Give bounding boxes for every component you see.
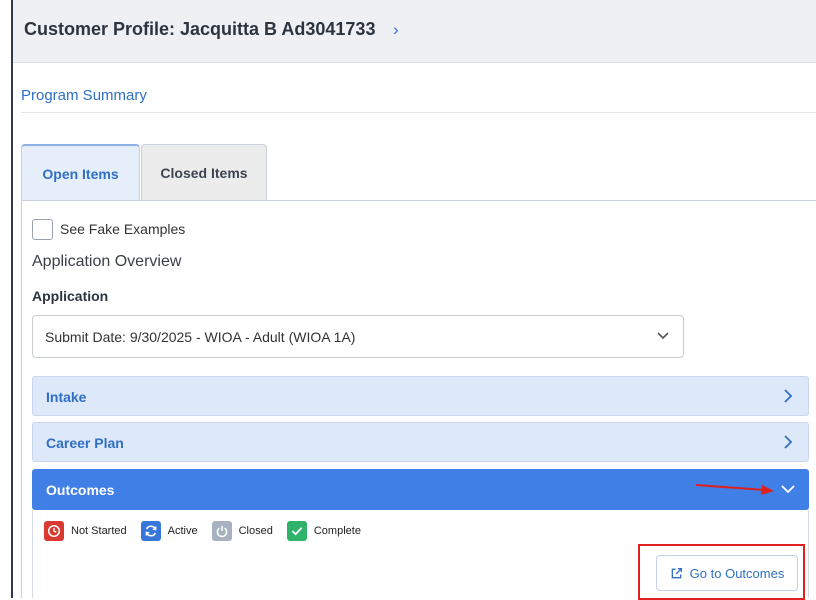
clock-icon bbox=[44, 521, 64, 541]
accordion-career-plan-label: Career Plan bbox=[46, 435, 124, 451]
page-title: Customer Profile: Jacquitta B Ad3041733 bbox=[24, 19, 376, 39]
accordion-career-plan[interactable]: Career Plan bbox=[32, 422, 809, 462]
accordion-outcomes-label: Outcomes bbox=[46, 482, 115, 498]
see-fake-examples-label: See Fake Examples bbox=[60, 221, 186, 237]
profile-header: Customer Profile: Jacquitta B Ad3041733 … bbox=[13, 0, 816, 63]
chevron-down-icon bbox=[781, 485, 795, 494]
tab-panel-border bbox=[21, 200, 22, 598]
application-select[interactable]: Submit Date: 9/30/2025 - WIOA - Adult (W… bbox=[32, 315, 684, 358]
tab-open-items[interactable]: Open Items bbox=[21, 144, 140, 201]
annotation-arrow-icon bbox=[696, 484, 774, 495]
application-field-label: Application bbox=[32, 288, 109, 304]
accordion-outcomes[interactable]: Outcomes bbox=[32, 469, 809, 510]
legend-closed: Closed bbox=[211, 521, 273, 541]
page-left-border bbox=[11, 0, 13, 598]
legend-complete: Complete bbox=[286, 521, 361, 541]
legend-label: Not Started bbox=[71, 525, 127, 537]
status-legend: Not Started Active Closed Complete bbox=[44, 521, 375, 541]
legend-label: Closed bbox=[238, 525, 273, 537]
divider bbox=[21, 112, 816, 113]
refresh-icon bbox=[140, 521, 161, 541]
tab-divider bbox=[21, 200, 816, 201]
chevron-right-icon[interactable]: › bbox=[393, 20, 399, 40]
tab-closed-items[interactable]: Closed Items bbox=[141, 144, 267, 201]
chevron-right-icon bbox=[784, 389, 793, 403]
accordion-intake-label: Intake bbox=[46, 389, 87, 405]
legend-label: Active bbox=[167, 525, 198, 537]
application-select-value: Submit Date: 9/30/2025 - WIOA - Adult (W… bbox=[45, 329, 356, 345]
legend-active: Active bbox=[140, 521, 198, 541]
power-icon bbox=[211, 521, 232, 541]
chevron-right-icon bbox=[784, 435, 793, 449]
application-overview-heading: Application Overview bbox=[32, 253, 182, 270]
chevron-down-icon bbox=[657, 332, 669, 340]
legend-label: Complete bbox=[313, 525, 361, 537]
program-summary-link[interactable]: Program Summary bbox=[21, 87, 147, 104]
annotation-highlight-box bbox=[638, 544, 805, 600]
accordion-intake[interactable]: Intake bbox=[32, 376, 809, 416]
check-icon bbox=[286, 521, 307, 541]
see-fake-examples-checkbox[interactable] bbox=[32, 219, 53, 240]
legend-not-started: Not Started bbox=[44, 521, 127, 541]
